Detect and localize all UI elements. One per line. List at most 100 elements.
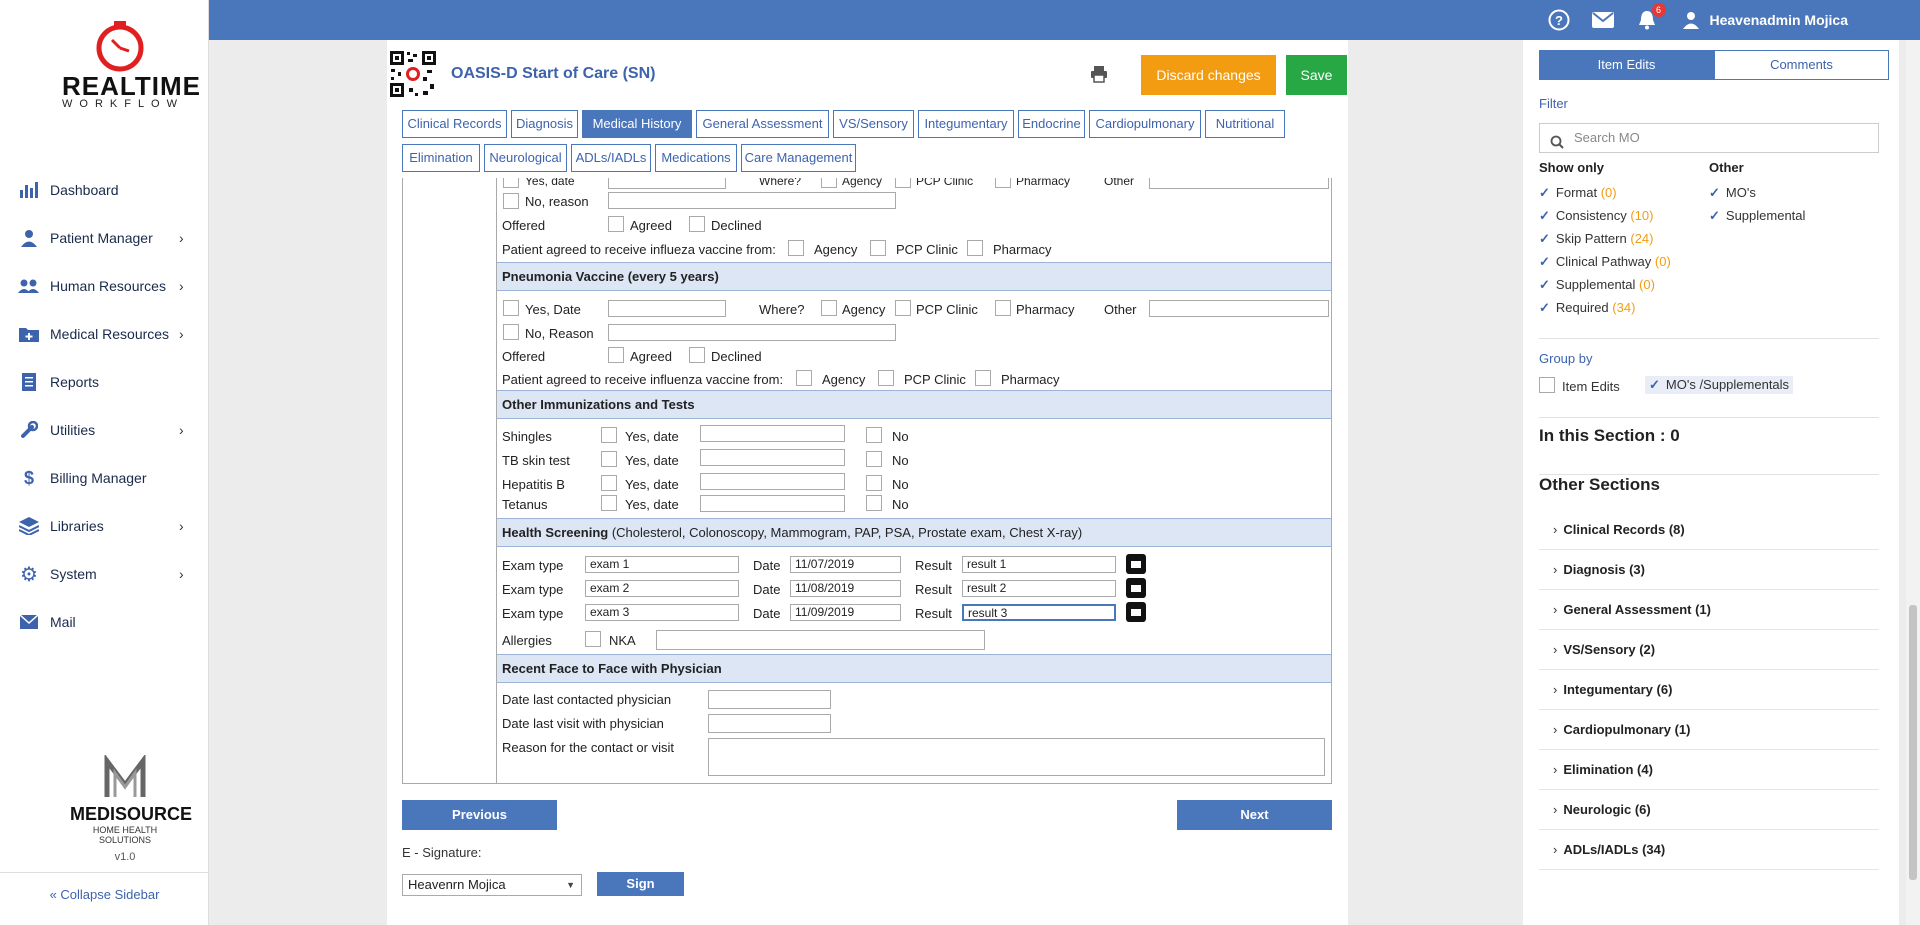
tetanus-date-input[interactable] (700, 495, 845, 512)
tab-integumentary[interactable]: Integumentary (918, 110, 1014, 138)
user-avatar-icon[interactable] (1680, 9, 1702, 31)
tab-nutritional[interactable]: Nutritional (1205, 110, 1285, 138)
flu-agency-checkbox[interactable] (821, 178, 837, 188)
exam-date-input[interactable]: 11/07/2019 (790, 556, 901, 573)
copy-icon[interactable] (1126, 602, 1146, 622)
filter-clinical-pathway[interactable]: ✓ Clinical Pathway (0) (1539, 254, 1671, 270)
sidebar-item-human-resources[interactable]: Human Resources › (0, 262, 209, 310)
tab-neurological[interactable]: Neurological (484, 144, 567, 172)
mail-icon[interactable] (1591, 9, 1614, 31)
filter-required[interactable]: ✓ Required (34) (1539, 300, 1635, 316)
filter-consistency[interactable]: ✓ Consistency (10) (1539, 208, 1653, 224)
nka-checkbox[interactable] (585, 631, 601, 647)
tab-medical-history[interactable]: Medical History (582, 110, 692, 138)
exam-type-input[interactable]: exam 3 (585, 604, 739, 621)
tab-cardiopulmonary[interactable]: Cardiopulmonary (1089, 110, 1201, 138)
next-button[interactable]: Next (1177, 800, 1332, 830)
shingles-no-checkbox[interactable] (866, 427, 882, 443)
realtime-workflow-logo[interactable]: REALTIME WORKFLOW (62, 20, 200, 120)
flu-from-agency-checkbox[interactable] (788, 240, 804, 256)
pneumonia-declined-checkbox[interactable] (689, 347, 705, 363)
tab-comments[interactable]: Comments (1714, 50, 1889, 80)
tab-diagnosis[interactable]: Diagnosis (511, 110, 578, 138)
exam-result-input[interactable]: result 1 (962, 556, 1116, 573)
save-button[interactable]: Save (1286, 55, 1347, 95)
flu-agreed-checkbox[interactable] (608, 216, 624, 232)
pneumonia-from-pcp-checkbox[interactable] (878, 370, 894, 386)
discard-changes-button[interactable]: Discard changes (1141, 55, 1276, 95)
tab-general-assessment[interactable]: General Assessment (696, 110, 829, 138)
tetanus-no-checkbox[interactable] (866, 495, 882, 511)
tab-item-edits[interactable]: Item Edits (1539, 50, 1714, 80)
sidebar-item-libraries[interactable]: Libraries › (0, 502, 209, 550)
hepb-yes-checkbox[interactable] (601, 475, 617, 491)
sidebar-item-medical-resources[interactable]: Medical Resources › (0, 310, 209, 358)
flu-no-reason-input[interactable] (608, 192, 896, 209)
flu-other-input[interactable] (1149, 178, 1329, 189)
pneumonia-yes-date-checkbox[interactable] (503, 300, 519, 316)
shingles-date-input[interactable] (700, 425, 845, 442)
pneumonia-from-agency-checkbox[interactable] (796, 370, 812, 386)
flu-date-input[interactable] (608, 178, 726, 189)
flu-pcp-checkbox[interactable] (895, 178, 911, 188)
pneumonia-no-reason-input[interactable] (608, 324, 896, 341)
pneumonia-agency-checkbox[interactable] (821, 300, 837, 316)
exam-type-input[interactable]: exam 2 (585, 580, 739, 597)
other-section-item[interactable]: › Neurologic (6) (1539, 790, 1879, 830)
group-mos-supplementals[interactable]: ✓ MO's /Supplementals (1645, 376, 1794, 394)
flu-declined-checkbox[interactable] (689, 216, 705, 232)
flu-pharmacy-checkbox[interactable] (995, 178, 1011, 188)
other-section-item[interactable]: › Diagnosis (3) (1539, 550, 1879, 590)
filter-other-supplemental[interactable]: ✓ Supplemental (1709, 208, 1805, 224)
previous-button[interactable]: Previous (402, 800, 557, 830)
comment-icon[interactable] (1126, 554, 1146, 574)
tab-endocrine[interactable]: Endocrine (1018, 110, 1085, 138)
tetanus-yes-checkbox[interactable] (601, 495, 617, 511)
last-contacted-input[interactable] (708, 690, 831, 709)
pneumonia-no-reason-checkbox[interactable] (503, 324, 519, 340)
pneumonia-pcp-checkbox[interactable] (895, 300, 911, 316)
comment-icon[interactable] (1126, 578, 1146, 598)
exam-date-input[interactable]: 11/09/2019 (790, 604, 901, 621)
flu-no-reason-checkbox[interactable] (503, 193, 519, 209)
exam-result-input[interactable]: result 2 (962, 580, 1116, 597)
sidebar-item-billing-manager[interactable]: $ Billing Manager (0, 454, 209, 502)
sidebar-item-reports[interactable]: Reports (0, 358, 209, 406)
hepb-date-input[interactable] (700, 473, 845, 490)
filter-mos[interactable]: ✓ MO's (1709, 185, 1756, 201)
tab-elimination[interactable]: Elimination (402, 144, 480, 172)
flu-from-pharmacy-checkbox[interactable] (967, 240, 983, 256)
pneumonia-date-input[interactable] (608, 300, 726, 317)
hepb-no-checkbox[interactable] (866, 475, 882, 491)
flu-yes-date-checkbox[interactable] (503, 178, 519, 188)
user-name[interactable]: Heavenadmin Mojica (1710, 12, 1849, 28)
signer-select[interactable]: Heavenrn Mojica ▼ (402, 874, 582, 896)
exam-date-input[interactable]: 11/08/2019 (790, 580, 901, 597)
other-section-item[interactable]: › Elimination (4) (1539, 750, 1879, 790)
other-section-item[interactable]: › VS/Sensory (2) (1539, 630, 1879, 670)
help-icon[interactable]: ? (1548, 9, 1570, 31)
page-scrollbar[interactable] (1906, 40, 1920, 925)
pneumonia-pharmacy-checkbox[interactable] (995, 300, 1011, 316)
sign-button[interactable]: Sign (597, 872, 684, 896)
tab-clinical-records[interactable]: Clinical Records (402, 110, 507, 138)
pneumonia-agreed-checkbox[interactable] (608, 347, 624, 363)
sidebar-item-mail[interactable]: Mail (0, 598, 209, 646)
other-section-item[interactable]: › ADLs/IADLs (34) (1539, 830, 1879, 870)
scrollbar-thumb[interactable] (1909, 605, 1917, 880)
flu-from-pcp-checkbox[interactable] (870, 240, 886, 256)
shingles-yes-checkbox[interactable] (601, 427, 617, 443)
tb-yes-checkbox[interactable] (601, 451, 617, 467)
notifications-bell-icon[interactable]: 6 (1636, 3, 1666, 31)
pneumonia-from-pharmacy-checkbox[interactable] (975, 370, 991, 386)
sidebar-item-utilities[interactable]: Utilities › (0, 406, 209, 454)
allergies-input[interactable] (656, 630, 985, 650)
group-item-edits-checkbox[interactable] (1539, 377, 1555, 393)
reason-textarea[interactable] (708, 738, 1325, 776)
tab-medications[interactable]: Medications (655, 144, 737, 172)
sidebar-item-dashboard[interactable]: Dashboard (0, 166, 209, 214)
tb-date-input[interactable] (700, 449, 845, 466)
sidebar-item-patient-manager[interactable]: Patient Manager › (0, 214, 209, 262)
tab-adls-iadls[interactable]: ADLs/IADLs (571, 144, 651, 172)
last-visit-input[interactable] (708, 714, 831, 733)
